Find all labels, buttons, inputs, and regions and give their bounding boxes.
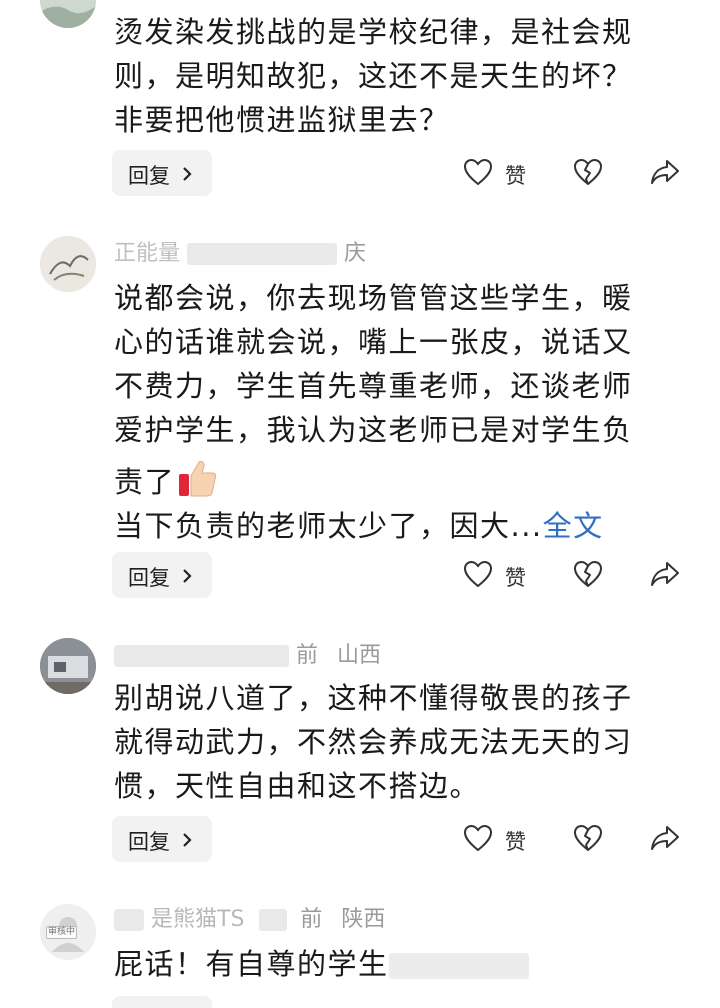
broken-heart-icon[interactable] (573, 824, 603, 852)
comment-line-text: 责了 (114, 465, 176, 499)
comment-line: 烫发染发挑战的是学校纪律，是社会规 (114, 15, 633, 49)
share-arrow-icon[interactable] (650, 560, 680, 588)
comment-line: 不费力，学生首先尊重老师，还谈老师 (114, 369, 633, 403)
author-name[interactable]: 是熊猫TS (151, 907, 244, 932)
comment-line: 说都会说，你去现场管管这些学生，暖 (114, 281, 633, 315)
location: 山西 (337, 643, 382, 668)
expand-fulltext-link[interactable]: 全文 (543, 509, 604, 543)
avatar[interactable]: 审核中 (40, 904, 96, 960)
comment-line: 当下负责的老师太少了，因大...全文 (114, 504, 674, 548)
timestamp: 前 (300, 907, 323, 932)
location: 陕西 (341, 907, 386, 932)
redacted-block (187, 243, 338, 265)
heart-outline-icon[interactable] (463, 560, 493, 588)
comment-line: 爱护学生，我认为这老师已是对学生负 (114, 413, 633, 447)
reply-button[interactable] (112, 996, 212, 1008)
avatar[interactable] (40, 638, 96, 694)
comment-text: 说都会说，你去现场管管这些学生，暖 心的话谁就会说，嘴上一张皮，说话又 不费力，… (114, 276, 674, 548)
redacted-block (114, 645, 289, 667)
comment-item: 审核中 是熊猫TS 前 陕西 屁话！有自尊的学生 (0, 880, 720, 1008)
comment-text: 屁话！有自尊的学生 (114, 942, 674, 986)
comment-line: 非要把他惯进监狱里去？ (114, 103, 450, 137)
comment-line: 屁话！有自尊的学生 (114, 942, 674, 986)
redacted-block (114, 909, 144, 931)
broken-heart-icon[interactable] (573, 158, 603, 186)
comment-line: 就得动武力，不然会养成无法无天的习 (114, 725, 633, 759)
comment-text: 烫发染发挑战的是学校纪律，是社会规 则，是明知故犯，这还不是天生的坏？ 非要把他… (114, 10, 674, 142)
comment-line: 则，是明知故犯，这还不是天生的坏？ (114, 59, 633, 93)
share-arrow-icon[interactable] (650, 158, 680, 186)
comment-item: 前 山西 别胡说八道了，这种不懂得敬畏的孩子 就得动武力，不然会养成无法无天的习… (0, 610, 720, 880)
comment-line: 责了 (114, 452, 674, 504)
broken-heart-icon[interactable] (573, 560, 603, 588)
comment-line: 心的话谁就会说，嘴上一张皮，说话又 (114, 325, 633, 359)
avatar[interactable] (40, 0, 96, 28)
redacted-block (388, 953, 529, 979)
reply-button[interactable]: 回复 (112, 552, 212, 598)
like-label[interactable]: 赞 (505, 562, 526, 592)
reply-label: 回复 (128, 830, 170, 854)
reply-label: 回复 (128, 566, 170, 590)
author-name[interactable]: 正能量 (114, 241, 180, 266)
comment-line: 惯，天性自由和这不搭边。 (114, 769, 481, 803)
redacted-block (259, 909, 288, 931)
reply-label: 回复 (128, 164, 170, 188)
comment-meta: 正能量 庆 (114, 240, 366, 268)
location: 庆 (344, 241, 367, 266)
comment-line: 别胡说八道了，这种不懂得敬畏的孩子 (114, 681, 633, 715)
heart-outline-icon[interactable] (463, 158, 493, 186)
chevron-right-icon (183, 167, 192, 181)
share-arrow-icon[interactable] (650, 824, 680, 852)
chevron-right-icon (183, 569, 192, 583)
reply-button[interactable]: 回复 (112, 816, 212, 862)
reply-button[interactable]: 回复 (112, 150, 212, 196)
review-badge: 审核中 (46, 926, 78, 939)
thumbs-up-emoji (177, 458, 219, 498)
heart-outline-icon[interactable] (463, 824, 493, 852)
like-label[interactable]: 赞 (505, 826, 526, 856)
comment-meta: 前 山西 (114, 642, 381, 670)
comment-item: 正能量 庆 说都会说，你去现场管管这些学生，暖 心的话谁就会说，嘴上一张皮，说话… (0, 210, 720, 610)
chevron-right-icon (183, 833, 192, 847)
comment-item: 烫发染发挑战的是学校纪律，是社会规 则，是明知故犯，这还不是天生的坏？ 非要把他… (0, 0, 720, 210)
like-label[interactable]: 赞 (505, 160, 526, 190)
avatar[interactable] (40, 236, 96, 292)
comment-meta: 是熊猫TS 前 陕西 (114, 906, 385, 934)
comment-line-text: 当下负责的老师太少了，因大... (114, 509, 543, 543)
comment-line-text: 屁话！有自尊的学生 (114, 947, 389, 981)
comment-text: 别胡说八道了，这种不懂得敬畏的孩子 就得动武力，不然会养成无法无天的习 惯，天性… (114, 676, 674, 808)
timestamp: 前 (296, 643, 319, 668)
